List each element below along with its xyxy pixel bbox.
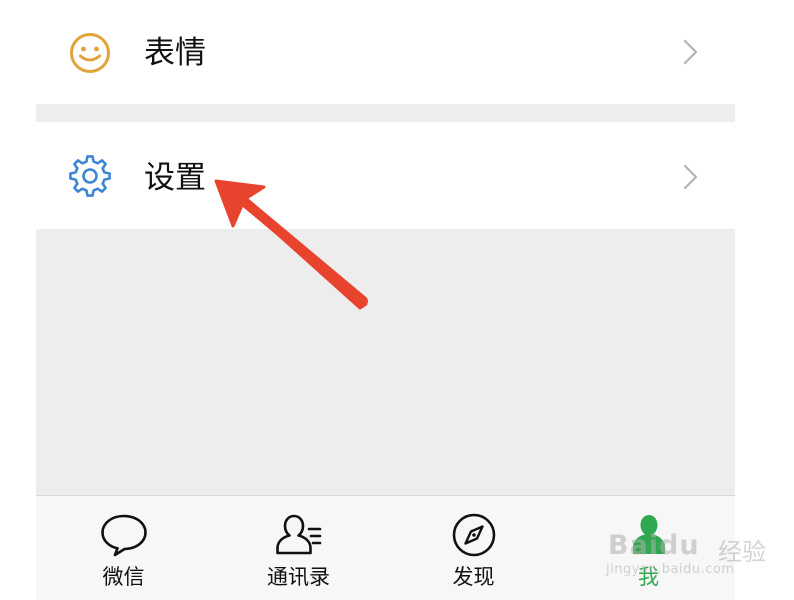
smiley-icon xyxy=(70,33,110,73)
wechat-me-screen: 表情 设置 微信 通讯录 发现 我 xyxy=(36,0,735,600)
menu-item-label: 设置 xyxy=(144,160,206,196)
tab-label: 通讯录 xyxy=(267,565,330,589)
tab-label: 发现 xyxy=(452,565,495,589)
menu-item-settings[interactable]: 设置 xyxy=(36,122,735,229)
tab-contacts[interactable]: 通讯录 xyxy=(211,496,386,600)
menu-item-emoji[interactable]: 表情 xyxy=(36,0,735,104)
tab-chats[interactable]: 微信 xyxy=(36,496,211,600)
me-icon xyxy=(632,515,665,554)
tab-me[interactable]: 我 xyxy=(561,496,736,600)
tab-discover[interactable]: 发现 xyxy=(386,496,561,600)
tab-label: 我 xyxy=(638,565,659,589)
menu-item-label: 表情 xyxy=(144,35,206,71)
compass-icon xyxy=(452,513,495,557)
bottom-tab-bar: 微信 通讯录 发现 我 xyxy=(36,496,735,600)
chevron-right-icon xyxy=(683,164,698,190)
chat-bubble-icon xyxy=(100,514,147,557)
contacts-icon xyxy=(275,514,321,555)
tab-label: 微信 xyxy=(102,565,145,589)
chevron-right-icon xyxy=(683,39,698,65)
gear-icon xyxy=(69,155,111,197)
